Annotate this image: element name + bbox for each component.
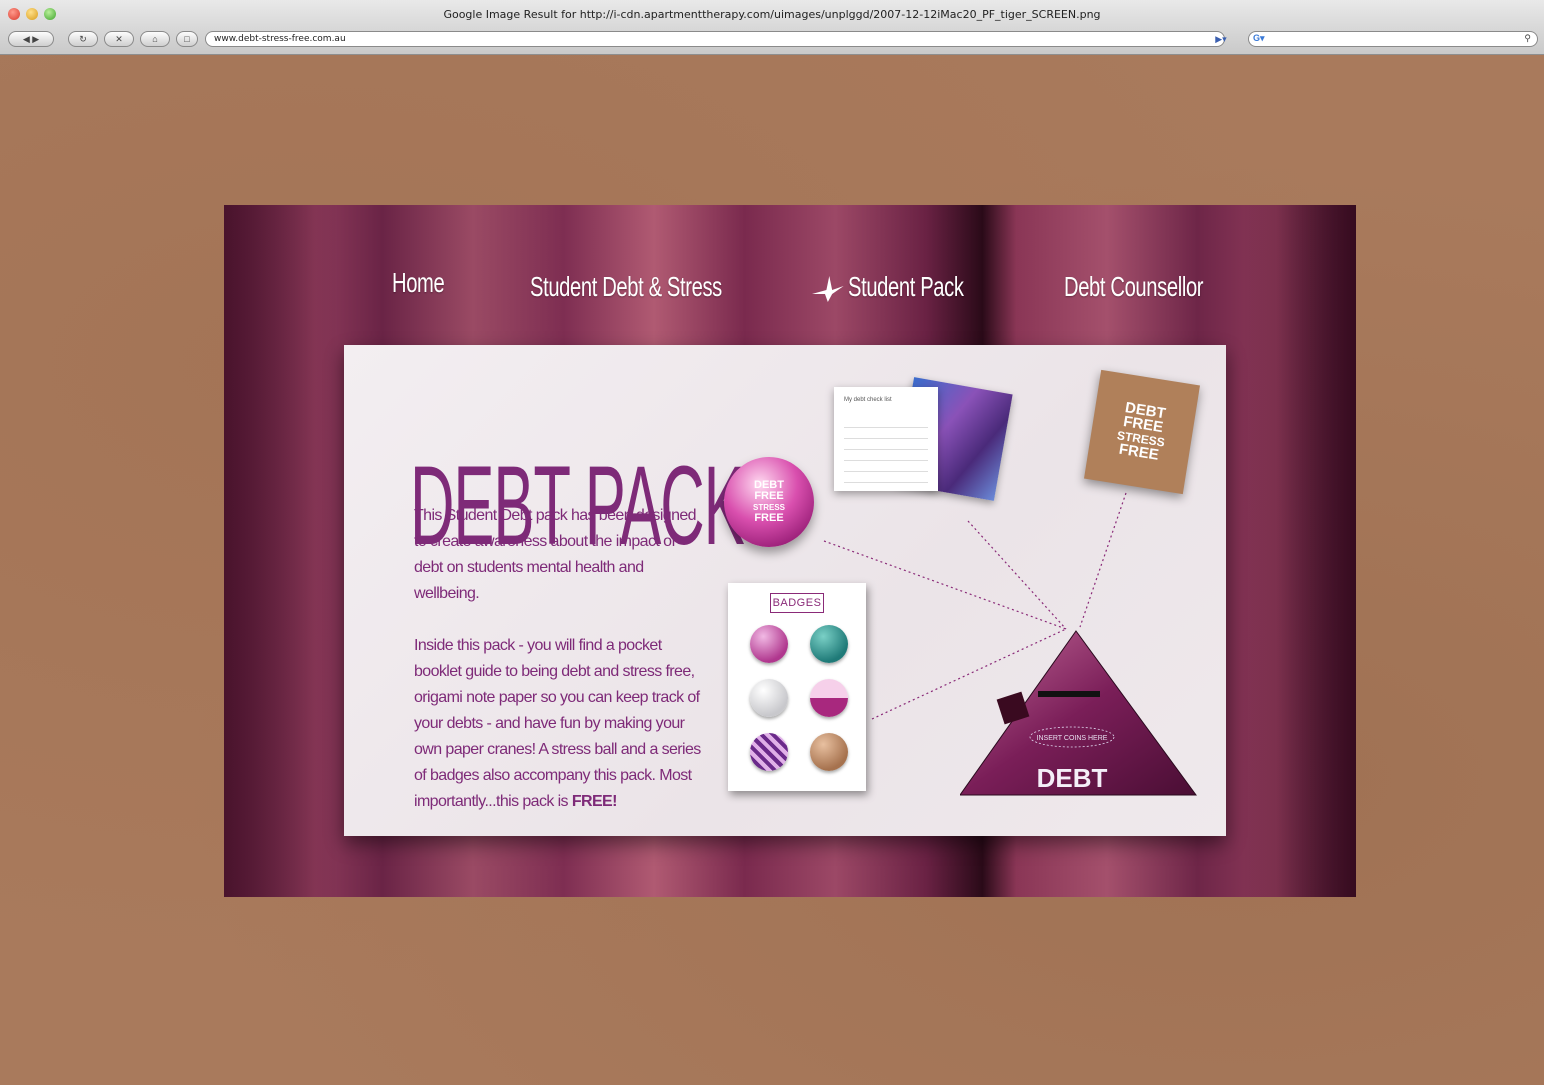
badges-label: BADGES bbox=[770, 593, 824, 613]
debt-box-subtitle: INSERT COINS HERE bbox=[1037, 735, 1108, 742]
free-emphasis: FREE! bbox=[571, 793, 618, 810]
rss-dropdown[interactable]: ▶▾ bbox=[1204, 31, 1238, 47]
magnifier-icon[interactable]: ⚲ bbox=[1524, 33, 1531, 44]
address-bar[interactable]: www.debt-stress-free.com.au bbox=[205, 31, 1225, 47]
browser-toolbar: ◀ ▶ ↻ ✕ ⌂ □ www.debt-stress-free.com.au … bbox=[0, 28, 1544, 50]
forward-arrow-icon[interactable]: ▶ bbox=[32, 34, 39, 45]
debt-box-label: DEBT bbox=[1037, 763, 1108, 793]
home-icon: ⌂ bbox=[152, 34, 158, 44]
paper-crane-icon bbox=[812, 275, 844, 302]
bookmark-icon: □ bbox=[184, 34, 190, 44]
contents-text: Inside this pack - you will find a pocke… bbox=[414, 637, 701, 810]
nav-debt-counsellor[interactable]: Debt Counsellor bbox=[1064, 271, 1204, 303]
window-title: Google Image Result for http://i-cdn.apa… bbox=[443, 8, 1101, 21]
page-background: Home Student Debt & Stress Student Pack … bbox=[0, 55, 1544, 1085]
main-nav: Home Student Debt & Stress Student Pack … bbox=[224, 265, 1356, 315]
title-bar: Google Image Result for http://i-cdn.apa… bbox=[0, 0, 1544, 26]
notepaper-heading: My debt check list bbox=[844, 397, 892, 403]
home-button[interactable]: ⌂ bbox=[140, 31, 170, 47]
badge-pink bbox=[750, 625, 788, 663]
stress-ball: DEBT FREE STRESS FREE bbox=[724, 457, 814, 547]
search-engine-icon[interactable]: G▾ bbox=[1253, 33, 1265, 44]
nav-student-pack-wrap[interactable]: Student Pack bbox=[812, 271, 964, 303]
contents-paragraph: Inside this pack - you will find a pocke… bbox=[414, 633, 704, 815]
badge-landscape bbox=[810, 679, 848, 717]
stop-button[interactable]: ✕ bbox=[104, 31, 134, 47]
booklet-text-4: FREE bbox=[1117, 440, 1160, 464]
back-forward-buttons[interactable]: ◀ ▶ bbox=[8, 31, 54, 47]
debt-money-box: INSERT COINS HERE DEBT bbox=[960, 630, 1197, 796]
back-arrow-icon[interactable]: ◀ bbox=[23, 34, 30, 45]
notepaper-lines bbox=[844, 417, 928, 483]
nav-student-debt-stress[interactable]: Student Debt & Stress bbox=[530, 271, 722, 303]
stress-ball-text-2: FREE bbox=[754, 490, 784, 502]
badge-pattern bbox=[750, 733, 788, 771]
badge-teal bbox=[810, 625, 848, 663]
hero-banner: Home Student Debt & Stress Student Pack … bbox=[224, 205, 1356, 897]
reload-button[interactable]: ↻ bbox=[68, 31, 98, 47]
badge-crane bbox=[750, 679, 788, 717]
stop-icon: ✕ bbox=[115, 33, 123, 44]
description: This Student Debt pack has been designed… bbox=[414, 503, 704, 841]
intro-paragraph: This Student Debt pack has been designed… bbox=[414, 507, 697, 602]
stress-ball-text-4: FREE bbox=[754, 512, 784, 524]
badge-kraft bbox=[810, 733, 848, 771]
bookmark-button[interactable]: □ bbox=[176, 31, 198, 47]
nav-student-pack[interactable]: Student Pack bbox=[848, 271, 964, 302]
reload-icon: ↻ bbox=[79, 33, 87, 44]
browser-chrome: Google Image Result for http://i-cdn.apa… bbox=[0, 0, 1544, 55]
badges-card: BADGES bbox=[728, 583, 866, 791]
debt-pack-card: DEBT PACK This Student Debt pack has bee… bbox=[344, 345, 1226, 836]
nav-home[interactable]: Home bbox=[392, 267, 445, 299]
origami-note-paper: My debt check list bbox=[834, 387, 938, 491]
search-input[interactable]: G▾ ⚲ bbox=[1248, 31, 1538, 47]
pocket-booklet: DEBT FREE STRESS FREE bbox=[1084, 369, 1200, 495]
